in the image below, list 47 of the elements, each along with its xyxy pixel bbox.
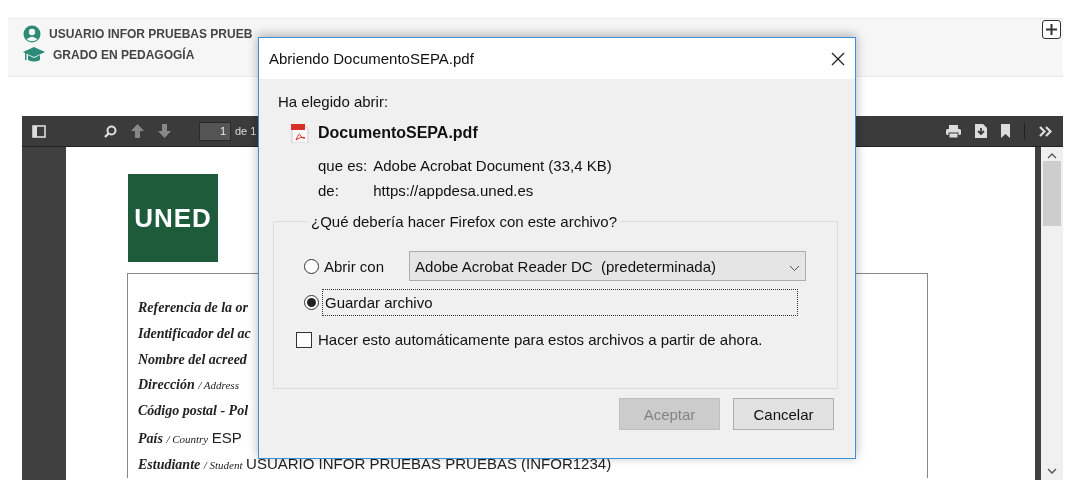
field-label: Código postal - Pol [138,403,249,419]
file-name: DocumentoSEPA.pdf [318,124,478,142]
uned-logo: UNED [128,174,218,262]
up-arrow-icon[interactable] [131,124,144,138]
field-label: Nombre del acreed [138,351,247,367]
sidebar-toggle-icon[interactable] [32,124,46,138]
app-dropdown[interactable]: Adobe Acrobat Reader DC (predeterminada) [409,251,807,281]
print-icon[interactable] [946,124,961,138]
graduation-cap-icon [23,47,45,62]
search-icon[interactable] [104,124,117,138]
radio-button[interactable] [304,295,319,310]
plus-icon[interactable] [1042,20,1061,39]
remember-checkbox[interactable]: Hacer esto automáticamente para estos archivos a partir de ahora. [296,331,837,348]
pdf-file-icon [290,123,310,143]
field-value: ESP [211,429,242,446]
scroll-up-icon[interactable] [1047,153,1057,159]
detail-value: Adobe Acrobat Document (33,4 KB) [373,157,612,174]
field-label: Dirección / Address [138,377,239,393]
detail-label: de: [318,182,340,199]
scrollbar[interactable] [1041,147,1063,480]
field-label: Identificador del ac [138,325,251,341]
dialog-button[interactable]: Cancelar [733,398,834,430]
group-label: ¿Qué debería hacer Firefox con este archivo? [310,213,618,230]
field-label: Estudiante / Student [138,456,243,472]
field-label: País / Country [138,431,209,446]
radio-button[interactable] [304,258,319,274]
field-value: USUARIO INFOR PRUEBAS PRUEBAS (INFOR1234) [246,454,612,472]
scroll-down-icon[interactable] [1047,468,1057,474]
dialog-title: Abriendo DocumentoSEPA.pdf [269,50,474,67]
user-icon [23,25,41,43]
scrollbar-thumb[interactable] [1043,161,1061,226]
download-icon[interactable] [975,124,987,138]
field-label: Referencia de la or [138,300,249,315]
bookmark-icon[interactable] [1001,124,1010,138]
option-label[interactable]: Abrir con [322,253,387,279]
detail-value: https://appdesa.uned.es [373,182,535,199]
option-label[interactable]: Guardar archivo [322,289,798,316]
double-chevron-icon[interactable] [1039,125,1053,137]
page-number-field[interactable]: 1 [199,121,231,141]
intro-text: Ha elegido abrir: [278,93,390,110]
down-arrow-icon[interactable] [158,124,171,138]
user-name: USUARIO INFOR PRUEBAS PRUEB [49,27,253,41]
detail-label: que es: [318,157,368,174]
close-icon[interactable] [831,51,845,66]
degree-name: GRADO EN PEDAGOGÍA [53,47,195,62]
page-count: de 1 [235,125,257,137]
chevron-down-icon [789,264,801,272]
